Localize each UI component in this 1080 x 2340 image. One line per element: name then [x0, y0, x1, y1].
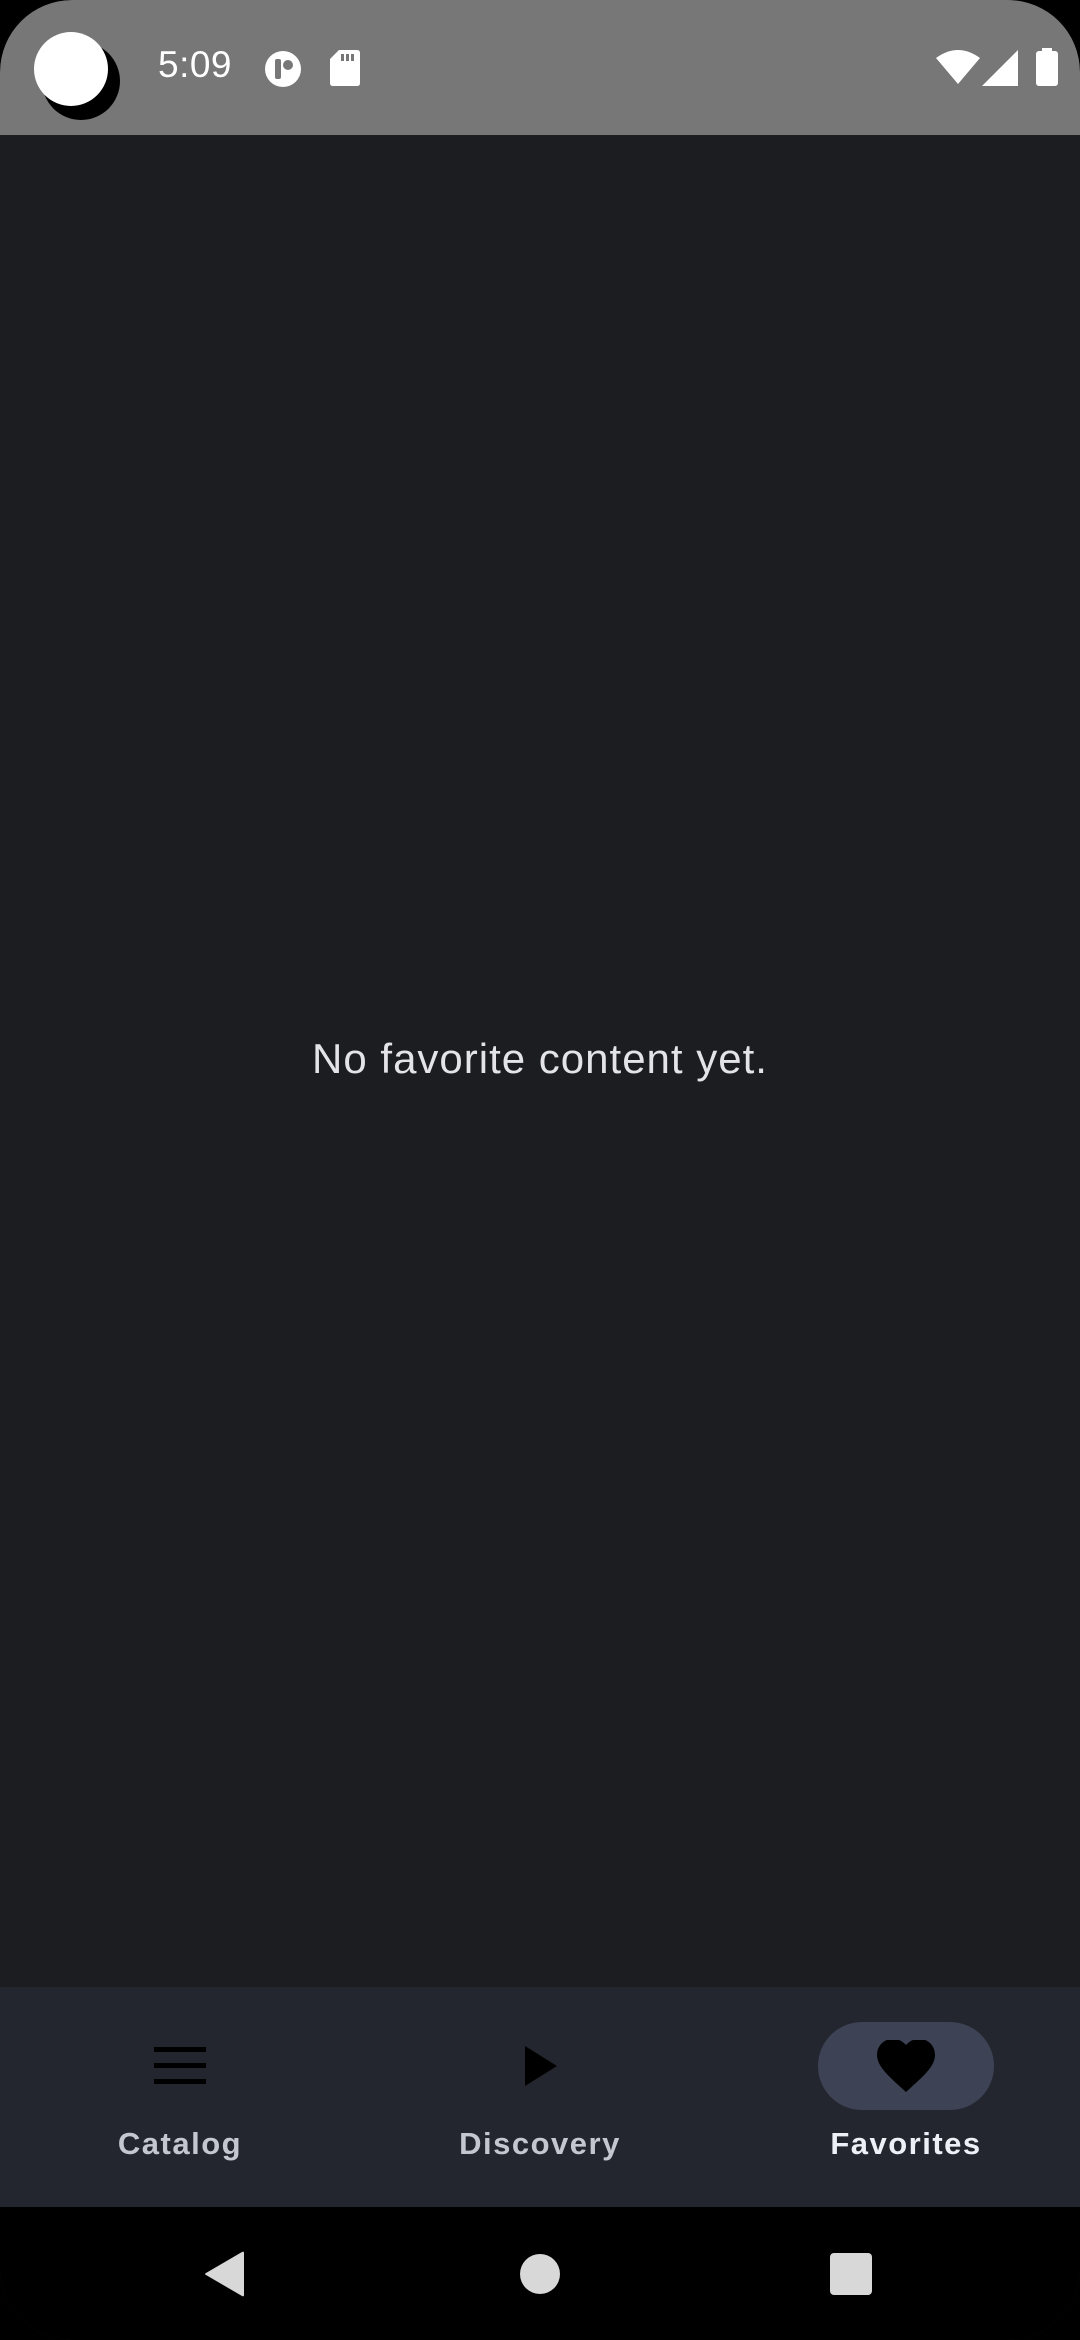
- nav-item-catalog[interactable]: Catalog: [0, 1987, 360, 2207]
- empty-state-message: No favorite content yet.: [312, 1035, 768, 1082]
- cell-signal-icon: [982, 50, 1018, 91]
- battery-icon: [1036, 48, 1058, 91]
- play-icon: [452, 2022, 628, 2110]
- nav-item-discovery[interactable]: Discovery: [360, 1987, 720, 2207]
- menu-icon: [92, 2022, 268, 2110]
- status-bar: 5:09: [0, 0, 1080, 135]
- back-icon[interactable]: [180, 2207, 270, 2340]
- bottom-navigation: Catalog Discovery Favorites: [0, 1987, 1080, 2207]
- system-navigation-bar: [0, 2207, 1080, 2340]
- nav-item-favorites[interactable]: Favorites: [726, 1987, 1080, 2207]
- recents-icon[interactable]: [806, 2207, 896, 2340]
- wifi-icon: [936, 50, 980, 89]
- status-time: 5:09: [158, 44, 233, 85]
- home-icon[interactable]: [495, 2207, 585, 2340]
- favorites-content: No favorite content yet.: [0, 135, 1080, 1987]
- sd-card-icon: [330, 50, 360, 91]
- heart-icon: [818, 2022, 994, 2110]
- nav-label-catalog: Catalog: [117, 2126, 243, 2161]
- nav-label-favorites: Favorites: [830, 2126, 982, 2161]
- camera-cutout-icon: [34, 32, 120, 120]
- nav-label-discovery: Discovery: [459, 2126, 621, 2161]
- device-screen: 5:09 No favorite content yet. Catalog Di…: [0, 0, 1080, 2340]
- t-app-icon: [264, 50, 302, 93]
